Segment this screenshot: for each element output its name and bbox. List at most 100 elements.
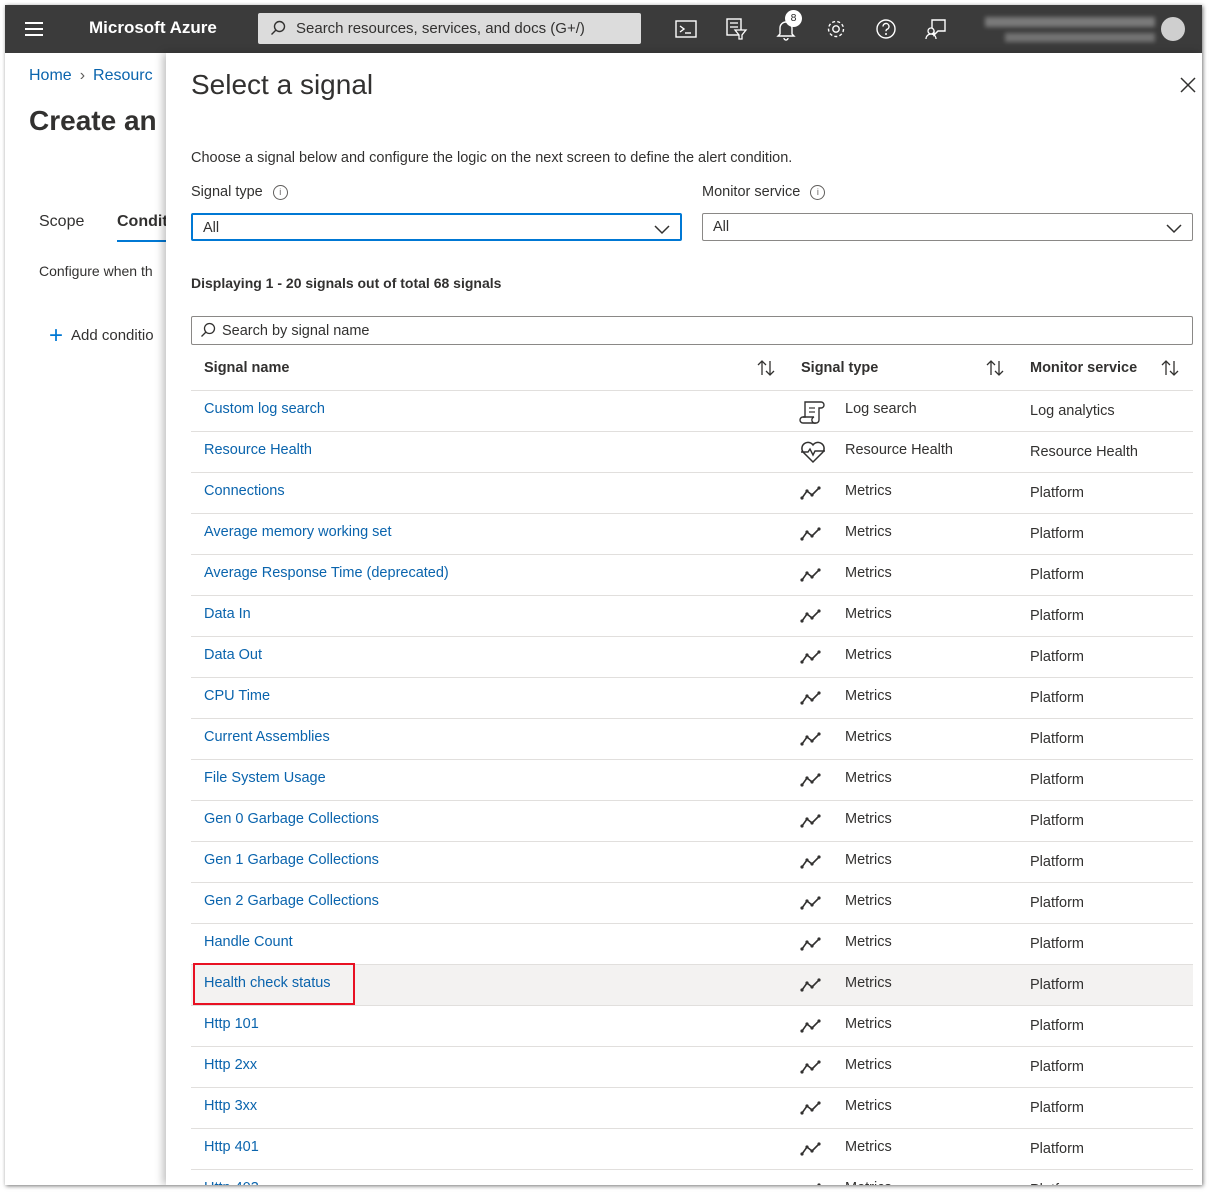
global-search-placeholder: Search resources, services, and docs (G+… bbox=[296, 20, 585, 37]
metrics-icon bbox=[799, 1096, 827, 1120]
table-row[interactable]: Gen 1 Garbage Collections Metrics Platform bbox=[191, 842, 1193, 883]
column-header-monitor-service[interactable]: Monitor service bbox=[1030, 360, 1137, 376]
heart-pulse-icon bbox=[799, 440, 827, 464]
sort-icon[interactable] bbox=[1160, 359, 1180, 377]
signal-name-link[interactable]: Data In bbox=[204, 606, 251, 622]
signal-name-link[interactable]: Custom log search bbox=[204, 401, 325, 417]
signal-type-cell: Metrics bbox=[845, 483, 892, 499]
signal-name-link[interactable]: Http 401 bbox=[204, 1139, 259, 1155]
table-row[interactable]: File System Usage Metrics Platform bbox=[191, 760, 1193, 801]
monitor-service-cell: Platform bbox=[1030, 485, 1084, 501]
sort-icon[interactable] bbox=[985, 359, 1005, 377]
metrics-icon bbox=[799, 973, 827, 997]
signal-name-link[interactable]: Http 403 bbox=[204, 1180, 259, 1185]
signal-name-link[interactable]: Http 2xx bbox=[204, 1057, 257, 1073]
account-directory-redacted bbox=[1005, 33, 1155, 42]
monitor-service-cell: Platform bbox=[1030, 526, 1084, 542]
avatar[interactable] bbox=[1161, 17, 1185, 41]
table-row[interactable]: Http 3xx Metrics Platform bbox=[191, 1088, 1193, 1129]
close-icon[interactable] bbox=[1178, 75, 1198, 95]
column-header-signal-name[interactable]: Signal name bbox=[204, 360, 289, 376]
signal-name-link[interactable]: Gen 2 Garbage Collections bbox=[204, 893, 379, 909]
monitor-service-cell: Platform bbox=[1030, 567, 1084, 583]
menu-icon[interactable] bbox=[25, 21, 43, 37]
signal-name-link[interactable]: File System Usage bbox=[204, 770, 326, 786]
breadcrumb-resource[interactable]: Resourc bbox=[93, 67, 153, 84]
breadcrumb-home[interactable]: Home bbox=[29, 67, 72, 84]
signal-table: Custom log search Log search Log analytics… bbox=[191, 391, 1193, 1185]
info-icon[interactable]: i bbox=[272, 185, 288, 200]
top-bar: Microsoft Azure Search resources, servic… bbox=[5, 5, 1202, 53]
monitor-service-cell: Platform bbox=[1030, 895, 1084, 911]
metrics-icon bbox=[799, 1014, 827, 1038]
tab-condition[interactable]: Condit bbox=[117, 213, 168, 231]
signal-type-cell: Metrics bbox=[845, 811, 892, 827]
signal-name-link[interactable]: Average Response Time (deprecated) bbox=[204, 565, 449, 581]
table-row[interactable]: Average memory working set Metrics Platfor… bbox=[191, 514, 1193, 555]
monitor-service-label-text: Monitor service bbox=[702, 184, 801, 200]
metrics-icon bbox=[799, 604, 827, 628]
monitor-service-cell: Resource Health bbox=[1030, 444, 1138, 460]
table-row[interactable]: Gen 0 Garbage Collections Metrics Platform bbox=[191, 801, 1193, 842]
table-row[interactable]: Health check status Metrics Platform bbox=[191, 963, 1193, 1006]
panel-title: Select a signal bbox=[191, 69, 374, 100]
table-row[interactable]: Average Response Time (deprecated) Metric… bbox=[191, 555, 1193, 596]
signal-type-value: All bbox=[203, 220, 220, 236]
signal-name-link[interactable]: Gen 1 Garbage Collections bbox=[204, 852, 379, 868]
monitor-service-dropdown[interactable]: All bbox=[702, 213, 1193, 241]
signal-type-dropdown[interactable]: All bbox=[191, 213, 682, 241]
help-icon[interactable] bbox=[874, 17, 898, 41]
table-row[interactable]: Data Out Metrics Platform bbox=[191, 637, 1193, 678]
signal-name-link[interactable]: Average memory working set bbox=[204, 524, 392, 540]
sort-icon[interactable] bbox=[756, 359, 776, 377]
signal-name-link[interactable]: Handle Count bbox=[204, 934, 293, 950]
add-condition-button[interactable]: + Add conditio bbox=[49, 319, 154, 349]
signal-name-link[interactable]: Http 3xx bbox=[204, 1098, 257, 1114]
account-menu[interactable] bbox=[985, 15, 1185, 45]
table-row[interactable]: Http 401 Metrics Platform bbox=[191, 1129, 1193, 1170]
table-row[interactable]: Handle Count Metrics Platform bbox=[191, 924, 1193, 965]
monitor-service-cell: Platform bbox=[1030, 649, 1084, 665]
monitor-service-cell: Platform bbox=[1030, 1018, 1084, 1034]
signal-name-link[interactable]: Resource Health bbox=[204, 442, 312, 458]
table-row[interactable]: Http 2xx Metrics Platform bbox=[191, 1047, 1193, 1088]
table-row[interactable]: CPU Time Metrics Platform bbox=[191, 678, 1193, 719]
signal-type-cell: Metrics bbox=[845, 893, 892, 909]
signal-name-link[interactable]: Current Assemblies bbox=[204, 729, 330, 745]
log-search-icon bbox=[799, 399, 827, 424]
global-search-input[interactable]: Search resources, services, and docs (G+… bbox=[258, 13, 641, 44]
signal-name-link[interactable]: Health check status bbox=[204, 975, 331, 991]
directory-filter-icon[interactable] bbox=[724, 17, 748, 41]
signal-name-link[interactable]: Http 101 bbox=[204, 1016, 259, 1032]
signal-search-placeholder: Search by signal name bbox=[222, 323, 370, 339]
info-icon[interactable]: i bbox=[810, 185, 826, 200]
monitor-service-cell: Platform bbox=[1030, 1059, 1084, 1075]
cloud-shell-icon[interactable] bbox=[674, 17, 698, 41]
metrics-icon bbox=[799, 1137, 827, 1161]
tab-scope[interactable]: Scope bbox=[39, 213, 84, 231]
signal-type-cell: Metrics bbox=[845, 1098, 892, 1114]
table-row[interactable]: Resource Health Resource Health Resource H… bbox=[191, 432, 1193, 473]
signal-name-link[interactable]: Connections bbox=[204, 483, 285, 499]
signal-search-input[interactable]: Search by signal name bbox=[191, 316, 1193, 345]
settings-icon[interactable] bbox=[824, 17, 848, 41]
signal-name-link[interactable]: Data Out bbox=[204, 647, 262, 663]
feedback-icon[interactable] bbox=[924, 17, 948, 41]
breadcrumb: Home › Resourc bbox=[29, 67, 153, 85]
table-row[interactable]: Data In Metrics Platform bbox=[191, 596, 1193, 637]
monitor-service-cell: Platform bbox=[1030, 854, 1084, 870]
table-row[interactable]: Connections Metrics Platform bbox=[191, 473, 1193, 514]
table-row[interactable]: Http 101 Metrics Platform bbox=[191, 1006, 1193, 1047]
table-row[interactable]: Current Assemblies Metrics Platform bbox=[191, 719, 1193, 760]
column-header-signal-type[interactable]: Signal type bbox=[801, 360, 878, 376]
signal-name-link[interactable]: Gen 0 Garbage Collections bbox=[204, 811, 379, 827]
signal-name-link[interactable]: CPU Time bbox=[204, 688, 270, 704]
create-alert-page: Home › Resourc Create an Scope Condit Conf… bbox=[5, 53, 175, 1185]
brand-title[interactable]: Microsoft Azure bbox=[89, 18, 217, 38]
monitor-service-cell: Platform bbox=[1030, 772, 1084, 788]
table-row[interactable]: Http 403 Metrics Platform bbox=[191, 1170, 1193, 1185]
table-row[interactable]: Gen 2 Garbage Collections Metrics Platform bbox=[191, 883, 1193, 924]
metrics-icon bbox=[799, 891, 827, 915]
search-icon bbox=[270, 20, 286, 40]
table-row[interactable]: Custom log search Log search Log analytics bbox=[191, 391, 1193, 432]
